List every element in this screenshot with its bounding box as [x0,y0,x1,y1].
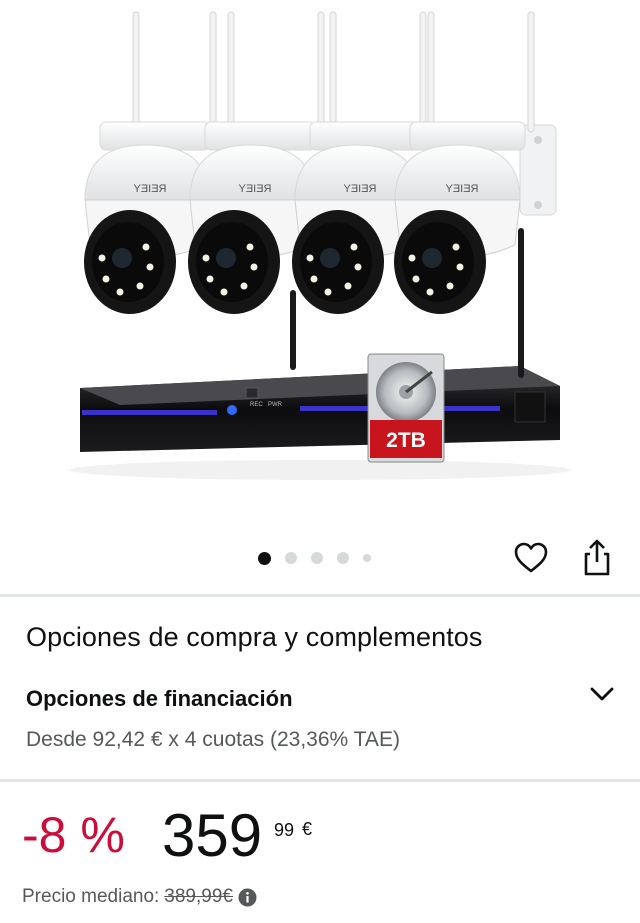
hdd-label: 2TB [386,429,426,452]
price-whole: 359 [162,802,263,869]
svg-text:YƎIƎЯ: YƎIƎЯ [238,183,271,195]
svg-text:YƎIƎЯ: YƎIƎЯ [445,183,478,195]
financing-title[interactable]: Opciones de financiación [26,686,293,712]
hard-drive: 2TB [367,353,445,463]
product-image[interactable]: REC PWR 2TB YƎIƎЯ YƎIƎЯ YƎIƎЯ YƎIƎЯ [0,0,640,520]
share-button[interactable] [578,538,616,578]
price-currency: € [302,819,313,839]
camera-4: YƎIƎЯ [394,11,535,314]
svg-text:PWR: PWR [268,402,283,408]
carousel-dot-2[interactable] [285,552,297,564]
divider [0,594,640,597]
carousel-indicator [258,550,371,566]
median-price: Precio mediano: 389,99€ [22,886,257,908]
median-price-value: 389,99€ [164,886,233,907]
discount-badge: -8 % [22,807,125,863]
svg-text:YƎIƎЯ: YƎIƎЯ [133,183,166,195]
heart-icon [514,542,548,573]
carousel-dot-3[interactable] [311,552,323,564]
divider [0,779,640,782]
wishlist-button[interactable] [512,540,550,576]
median-price-label: Precio mediano: [22,886,160,907]
price-fraction: 99 [274,820,295,840]
info-icon[interactable] [238,888,257,907]
chevron-down-icon [590,687,614,701]
financing-expand-button[interactable] [588,682,616,706]
purchase-options-title: Opciones de compra y complementos [26,622,483,652]
carousel-dot-5[interactable] [363,554,371,562]
financing-detail: Desde 92,42 € x 4 cuotas (23,36% TAE) [26,728,400,751]
svg-text:YƎIƎЯ: YƎIƎЯ [343,183,376,195]
carousel-dot-1[interactable] [258,551,271,565]
share-icon [584,539,610,576]
svg-text:REC: REC [250,402,263,408]
product-photo: REC PWR 2TB YƎIƎЯ YƎIƎЯ YƎIƎЯ YƎIƎЯ [70,11,570,480]
carousel-dot-4[interactable] [337,552,349,564]
